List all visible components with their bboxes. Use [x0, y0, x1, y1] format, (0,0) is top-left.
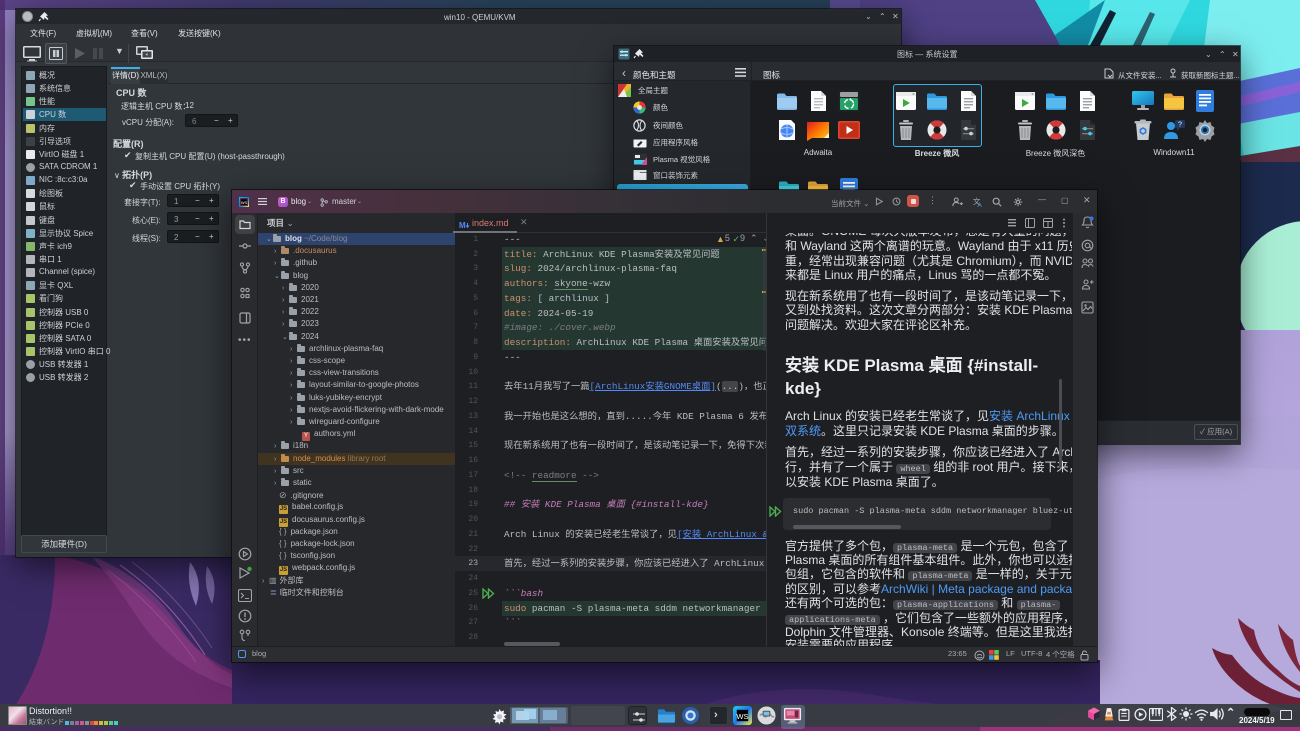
svg-text:WS: WS	[241, 201, 248, 205]
svg-text:A: A	[977, 202, 982, 207]
svg-text:?: ?	[1178, 122, 1182, 129]
svg-text:WS: WS	[736, 712, 748, 721]
svg-text:M: M	[459, 221, 466, 230]
